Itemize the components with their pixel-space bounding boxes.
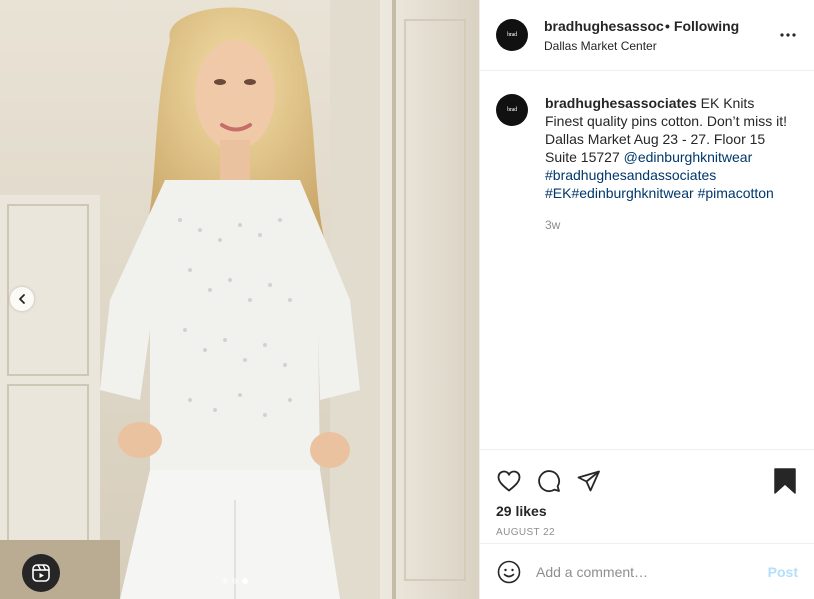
caption-timestamp[interactable]: 3w <box>545 216 795 234</box>
carousel-prev-button[interactable] <box>10 287 34 311</box>
caption: brad bradhughesassociates EK Knits Fines… <box>480 71 814 234</box>
post-header: brad bradhughesassociates • Following Da… <box>480 0 814 71</box>
post-photo <box>0 0 479 599</box>
hashtag-link[interactable]: #bradhughesandassociates <box>545 167 716 183</box>
comment-bar: Post <box>480 543 814 599</box>
carousel-dot-active <box>242 578 248 584</box>
post-comment-button[interactable]: Post <box>768 564 798 580</box>
chevron-left-icon <box>19 294 25 304</box>
caption-text-block: bradhughesassociates EK Knits Finest qua… <box>545 94 795 202</box>
instagram-post: brad bradhughesassociates • Following Da… <box>0 0 814 599</box>
post-date[interactable]: AUGUST 22 <box>480 520 814 538</box>
bookmark-icon <box>774 468 796 494</box>
header-line: bradhughesassociates • Following <box>544 17 739 35</box>
hashtag-link[interactable]: #EK <box>545 185 571 201</box>
carousel-dot <box>222 578 228 584</box>
mention-link[interactable]: @edinburghknitwear <box>624 149 753 165</box>
avatar-logo: brad <box>507 32 517 38</box>
emoji-button[interactable] <box>496 559 522 585</box>
post-actions: 29 likes AUGUST 22 <box>480 449 814 544</box>
save-button[interactable] <box>772 468 798 494</box>
reels-button[interactable] <box>22 554 60 592</box>
hashtag-link[interactable]: #edinburghknitwear <box>571 185 693 201</box>
hashtag-link[interactable]: #pimacotton <box>698 185 774 201</box>
avatar[interactable]: brad <box>496 19 528 51</box>
action-icons <box>480 450 814 500</box>
smiley-icon <box>497 560 521 583</box>
likes-count[interactable]: 29 likes <box>480 500 814 520</box>
avatar-logo: brad <box>507 107 517 113</box>
comment-input[interactable] <box>536 563 768 580</box>
caption-avatar[interactable]: brad <box>496 94 528 126</box>
share-button[interactable] <box>576 468 602 494</box>
heart-icon <box>497 470 521 492</box>
like-button[interactable] <box>496 468 522 494</box>
post-side-panel: brad bradhughesassociates • Following Da… <box>479 0 814 599</box>
location-link[interactable]: Dallas Market Center <box>544 38 739 54</box>
comment-icon <box>538 470 560 492</box>
carousel-dot <box>232 578 238 584</box>
carousel-indicator <box>222 578 248 584</box>
header-meta: bradhughesassociates • Following Dallas … <box>544 17 739 54</box>
more-horizontal-icon <box>780 33 796 37</box>
comment-button[interactable] <box>536 468 562 494</box>
reels-icon <box>32 564 50 582</box>
paper-plane-icon <box>577 470 600 492</box>
more-options-button[interactable] <box>778 25 798 45</box>
caption-body: bradhughesassociates EK Knits Finest qua… <box>545 94 795 234</box>
post-media[interactable] <box>0 0 479 599</box>
following-button[interactable]: Following <box>674 17 739 35</box>
separator-dot: • <box>665 17 670 34</box>
caption-username[interactable]: bradhughesassociates <box>545 95 697 111</box>
header-username[interactable]: bradhughesassociates <box>544 17 664 35</box>
